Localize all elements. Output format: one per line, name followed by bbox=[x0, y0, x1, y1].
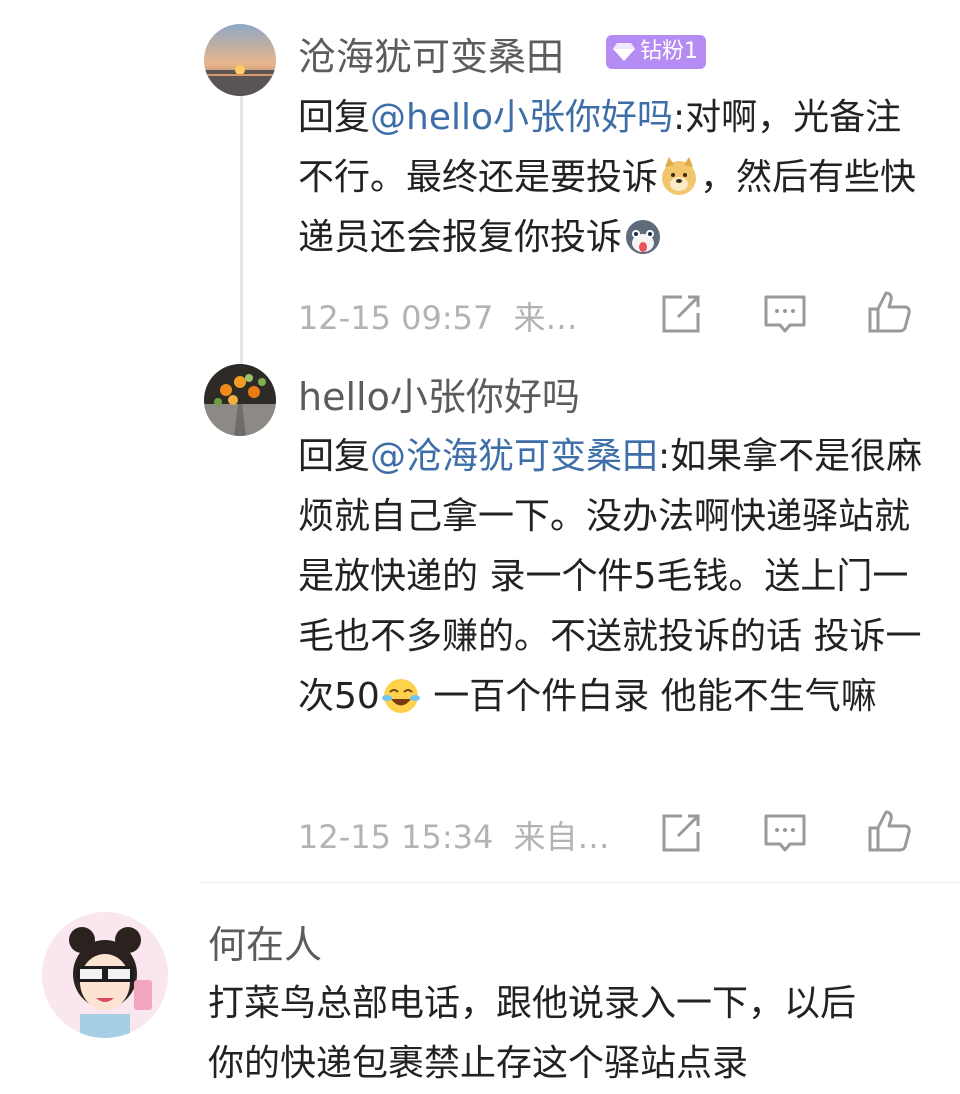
avatar[interactable] bbox=[42, 912, 168, 1038]
fan-badge[interactable]: 钻粉1 bbox=[606, 35, 706, 69]
comment-time: 12-15 15:34 bbox=[298, 818, 494, 856]
avatar[interactable] bbox=[204, 24, 276, 96]
comment-time: 12-15 09:57 bbox=[298, 299, 494, 337]
laugh-cry-emoji bbox=[381, 679, 420, 713]
comment-meta: 12-15 15:34 来自… bbox=[298, 812, 610, 858]
thread-line bbox=[240, 96, 243, 366]
like-icon[interactable] bbox=[866, 808, 912, 854]
doge-emoji bbox=[662, 157, 697, 195]
divider bbox=[200, 882, 960, 883]
share-icon[interactable] bbox=[658, 291, 704, 337]
comment-username[interactable]: hello小张你好吗 bbox=[298, 366, 580, 421]
comment-username[interactable]: 沧海犹可变桑田 bbox=[298, 26, 564, 81]
comment-meta: 12-15 09:57 来… bbox=[298, 293, 578, 339]
comment-source: 来自… bbox=[513, 818, 610, 856]
comment-username[interactable]: 何在人 bbox=[208, 914, 322, 969]
badge-label: 钻粉1 bbox=[640, 39, 698, 64]
diamond-icon bbox=[613, 43, 635, 61]
reply-prefix: 回复 bbox=[298, 436, 371, 477]
share-icon[interactable] bbox=[658, 810, 704, 856]
like-icon[interactable] bbox=[866, 289, 912, 335]
reply-prefix: 回复 bbox=[298, 97, 371, 138]
comment-body-cont: 一百个件白录 他能不生气嘛 bbox=[421, 676, 877, 717]
comment-text: 回复@沧海犹可变桑田:如果拿不是很麻烦就自己拿一下。没办法啊快递驿站就是放快递的… bbox=[298, 427, 928, 727]
husky-emoji bbox=[626, 220, 661, 254]
mention-link[interactable]: @沧海犹可变桑田 bbox=[370, 436, 658, 477]
comment-icon[interactable] bbox=[762, 291, 808, 337]
comment-source: 来… bbox=[513, 299, 578, 337]
comment-body: :如果拿不是很麻烦就自己拿一下。没办法啊快递驿站就是放快递的 录一个件5毛钱。送… bbox=[298, 436, 923, 717]
comment-text: 打菜鸟总部电话，跟他说录入一下，以后你的快递包裹禁止存这个驿站点录 bbox=[208, 983, 857, 1084]
avatar[interactable] bbox=[204, 364, 276, 436]
comment-icon[interactable] bbox=[762, 810, 808, 856]
comment-text: 回复@hello小张你好吗:对啊，光备注不行。最终还是要投诉 ，然后有些快递员还… bbox=[298, 88, 928, 268]
mention-link[interactable]: @hello小张你好吗 bbox=[370, 97, 673, 138]
